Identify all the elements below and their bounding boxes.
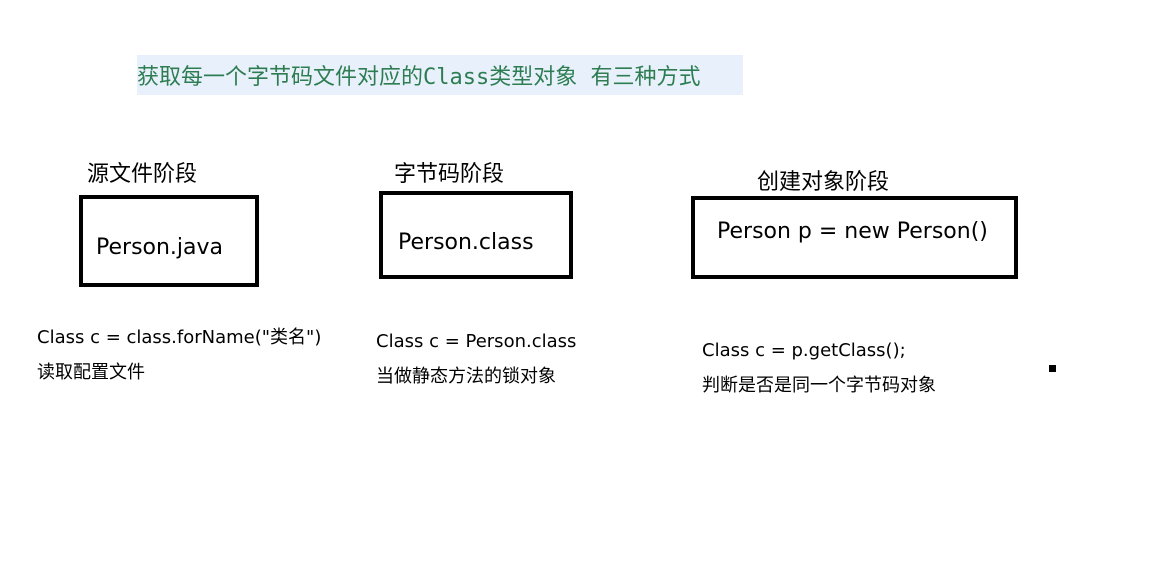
stage-box-text-object: Person p = new Person()	[717, 219, 988, 244]
stage-code-object: Class c = p.getClass();	[702, 340, 906, 361]
stage-usage-bytecode: 当做静态方法的锁对象	[376, 366, 556, 387]
stage-usage-source: 读取配置文件	[37, 362, 145, 383]
stray-dot	[1049, 365, 1056, 372]
stage-label-source: 源文件阶段	[87, 162, 198, 187]
stage-code-bytecode: Class c = Person.class	[376, 331, 577, 352]
stage-box-text-bytecode: Person.class	[398, 230, 534, 255]
stage-label-bytecode: 字节码阶段	[394, 162, 505, 187]
stage-usage-object: 判断是否是同一个字节码对象	[702, 375, 936, 396]
diagram-title: 获取每一个字节码文件对应的Class类型对象 有三种方式	[137, 65, 701, 90]
stage-label-object: 创建对象阶段	[757, 170, 890, 195]
title-banner: 获取每一个字节码文件对应的Class类型对象 有三种方式	[137, 55, 743, 95]
stage-box-text-source: Person.java	[96, 235, 224, 260]
stage-code-source: Class c = class.forName("类名")	[37, 327, 322, 348]
